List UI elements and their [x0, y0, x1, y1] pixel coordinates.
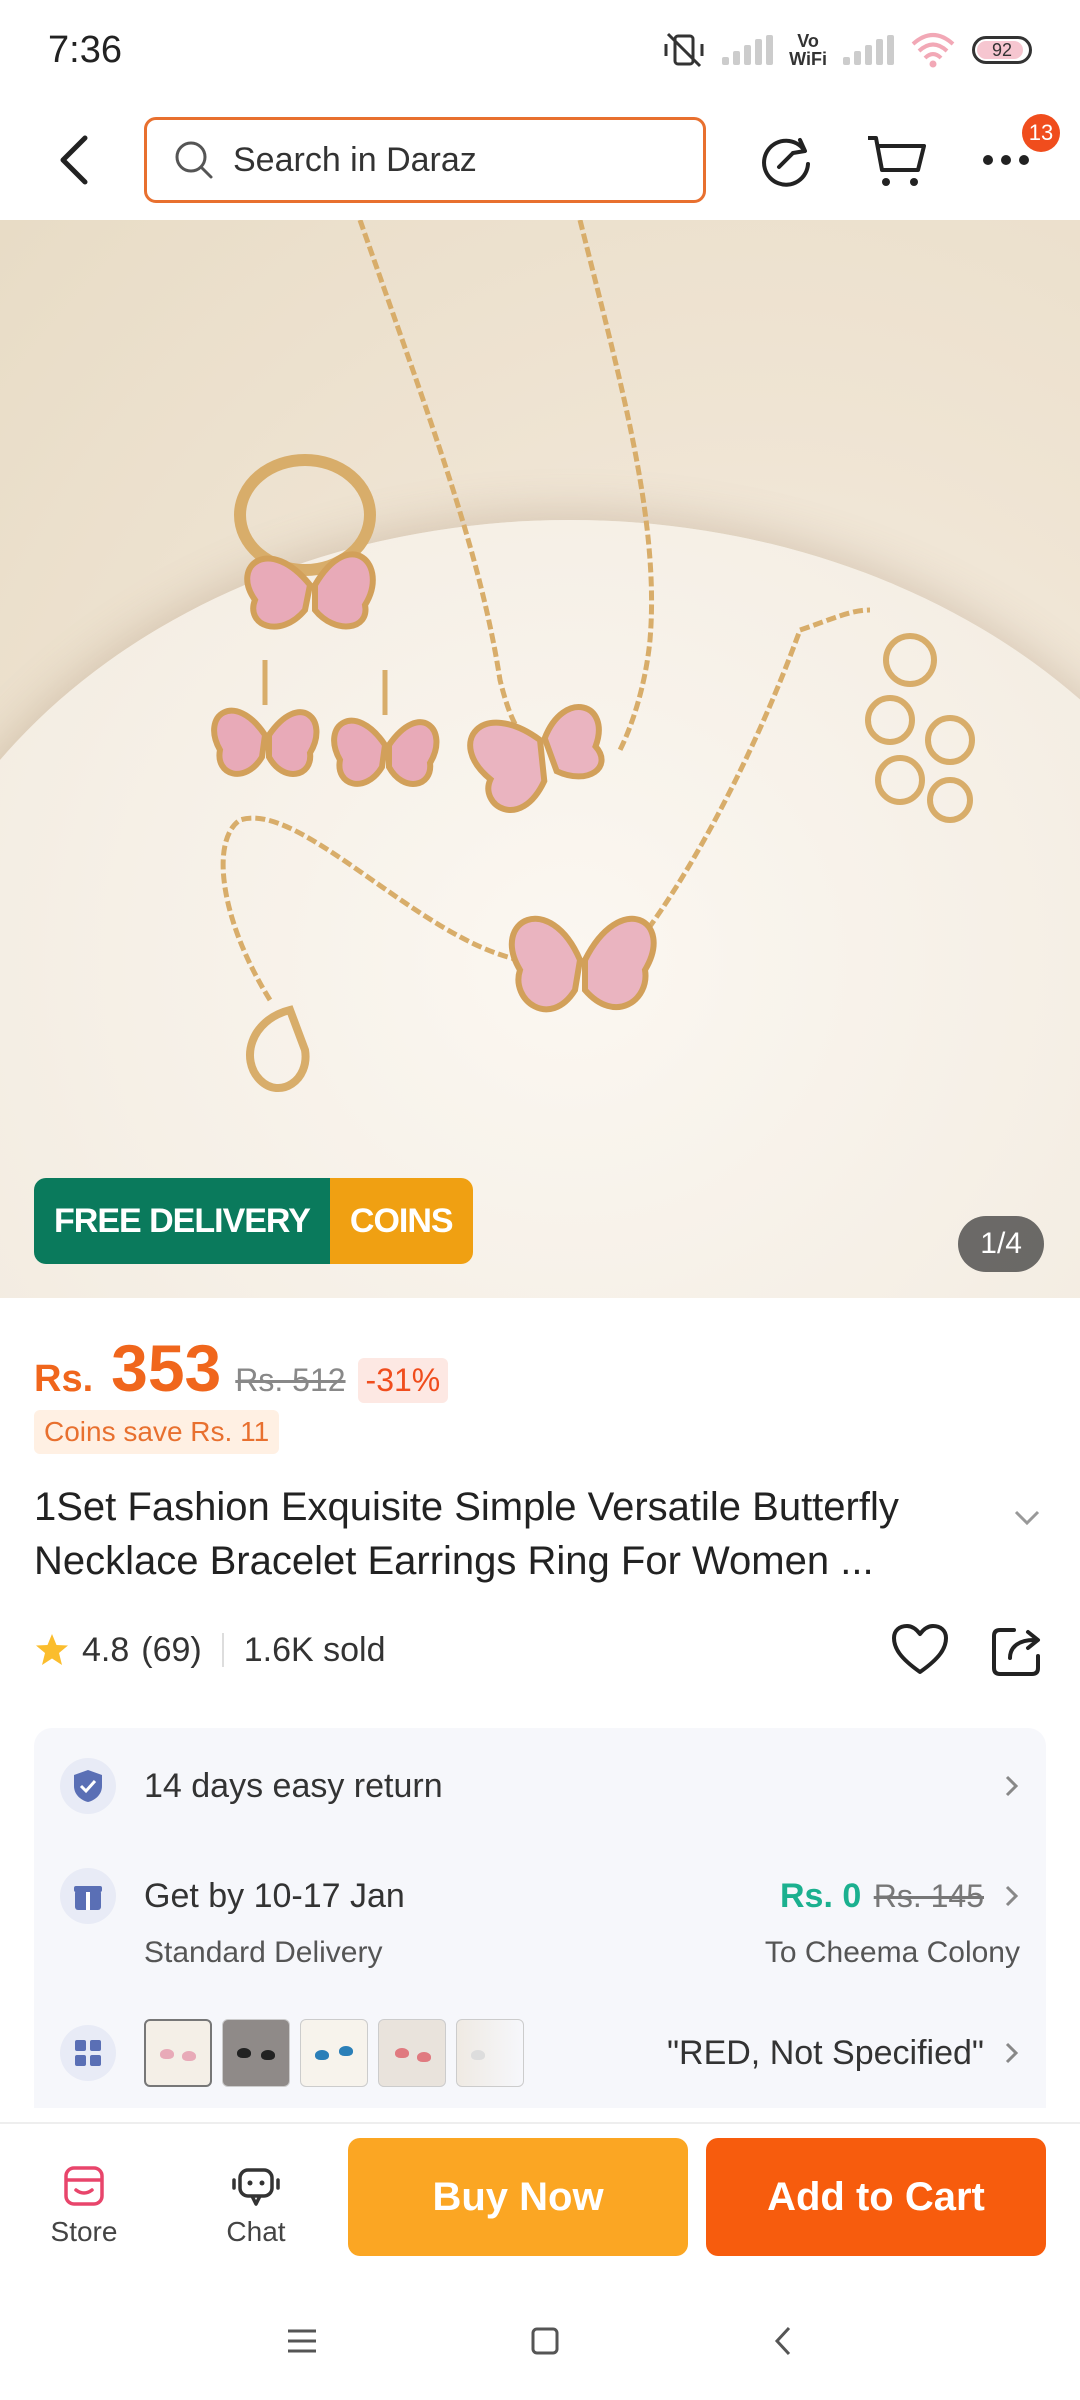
add-to-cart-button[interactable]: Add to Cart [706, 2138, 1046, 2256]
delivery-price: Rs. 0 [780, 1876, 862, 1915]
history-arrow-icon [762, 138, 810, 187]
selected-variant: "RED, Not Specified" [666, 2033, 984, 2072]
chat-icon [232, 2168, 280, 2206]
status-icons: Vo WiFi 92 [662, 30, 1032, 70]
heart-icon[interactable] [890, 1622, 950, 1678]
delivery-gift-icon [60, 1868, 116, 1924]
notification-badge: 13 [1022, 114, 1060, 152]
shield-check-icon [60, 1758, 116, 1814]
cart-icon [868, 136, 926, 186]
variant-thumb-3[interactable] [300, 2019, 368, 2087]
battery-level: 92 [991, 39, 1013, 60]
star-icon [36, 1634, 68, 1665]
back-button[interactable] [28, 115, 118, 205]
history-button[interactable] [746, 120, 826, 200]
rating-actions [890, 1622, 1046, 1678]
divider [221, 1633, 224, 1667]
chat-button[interactable]: Chat [196, 2164, 316, 2248]
original-price: Rs. 512 [235, 1362, 346, 1398]
promo-tags: FREE DELIVERY COINS [34, 1178, 473, 1264]
system-back-icon[interactable] [771, 2324, 795, 2358]
variant-thumb-1[interactable] [144, 2019, 212, 2087]
sold-count: 1.6K sold [243, 1630, 386, 1669]
signal-icon-2 [843, 35, 894, 65]
variant-thumb-4[interactable] [378, 2019, 446, 2087]
search-placeholder: Search in Daraz [233, 140, 477, 179]
image-counter: 1/4 [958, 1216, 1044, 1272]
delivery-price-group: Rs. 0 Rs. 145 [780, 1877, 984, 1916]
store-label: Store [50, 2216, 118, 2247]
top-nav: Search in Daraz 13 [0, 100, 1080, 220]
coins-tag: COINS [329, 1178, 473, 1264]
product-title[interactable]: 1Set Fashion Exquisite Simple Versatile … [34, 1480, 1014, 1588]
rating-row: 4.8 (69) 1.6K sold [34, 1620, 1046, 1680]
back-arrow-icon [60, 135, 88, 185]
returns-text: 14 days easy return [144, 1766, 443, 1805]
variant-thumb-2[interactable] [222, 2019, 290, 2087]
variant-grid-icon [60, 2025, 116, 2081]
more-button[interactable]: 13 [966, 114, 1060, 200]
battery-icon: 92 [972, 36, 1032, 64]
price-value: 353 [111, 1331, 222, 1405]
jewelry-illustration [211, 220, 975, 1092]
rating-count[interactable]: (69) [141, 1631, 201, 1670]
bottom-action-bar: Store Chat Buy Now Add to Cart [0, 2122, 1080, 2282]
service-info-card: 14 days easy return Get by 10-17 Jan Rs.… [34, 1728, 1046, 2108]
variant-row[interactable]: "RED, Not Specified" [60, 2018, 1020, 2088]
search-input[interactable]: Search in Daraz [144, 117, 706, 203]
price-row: Rs. 353 Rs. 512 -31% [34, 1330, 449, 1406]
delivery-title: Get by 10-17 Jan [144, 1876, 405, 1915]
mute-vibrate-icon [664, 32, 704, 68]
store-button[interactable]: Store [24, 2164, 144, 2248]
variant-thumb-5[interactable] [456, 2019, 524, 2087]
buy-now-button[interactable]: Buy Now [348, 2138, 688, 2256]
share-icon[interactable] [990, 1622, 1046, 1678]
vowifi-icon: Vo WiFi [789, 31, 827, 69]
delivery-location[interactable]: To Cheema Colony [765, 1936, 1020, 1970]
more-dots-icon [983, 155, 1029, 165]
variant-thumbnails [144, 2019, 524, 2087]
delivery-old-price: Rs. 145 [873, 1877, 984, 1914]
delivery-sub-row: Standard Delivery To Cheema Colony [60, 1928, 1020, 1978]
home-icon[interactable] [529, 2325, 561, 2357]
store-icon [64, 2166, 104, 2206]
rating-score[interactable]: 4.8 [82, 1631, 129, 1670]
cart-button[interactable] [856, 120, 936, 200]
product-image-gallery[interactable]: FREE DELIVERY COINS 1/4 [0, 220, 1080, 1298]
recent-apps-icon[interactable] [285, 2327, 319, 2355]
expand-title-chevron-icon[interactable] [1014, 1510, 1040, 1526]
chevron-right-icon [1005, 2042, 1019, 2064]
system-navigation-bar [0, 2282, 1080, 2400]
returns-row[interactable]: 14 days easy return [60, 1758, 1020, 1814]
delivery-type: Standard Delivery [144, 1936, 383, 1969]
chevron-right-icon [1005, 1885, 1019, 1907]
chat-label: Chat [226, 2216, 286, 2247]
coins-save-badge: Coins save Rs. 11 [34, 1410, 280, 1454]
free-delivery-tag: FREE DELIVERY [34, 1178, 330, 1264]
signal-icon [722, 35, 774, 65]
chevron-right-icon [1005, 1775, 1019, 1797]
delivery-row[interactable]: Get by 10-17 Jan Rs. 0 Rs. 145 [60, 1868, 1020, 1924]
status-time: 7:36 [48, 28, 122, 71]
price-currency: Rs. [34, 1358, 94, 1400]
status-bar: 7:36 Vo WiFi 92 [0, 0, 1080, 100]
search-icon [175, 141, 213, 179]
discount-badge: -31% [357, 1358, 449, 1403]
wifi-icon [911, 33, 955, 68]
